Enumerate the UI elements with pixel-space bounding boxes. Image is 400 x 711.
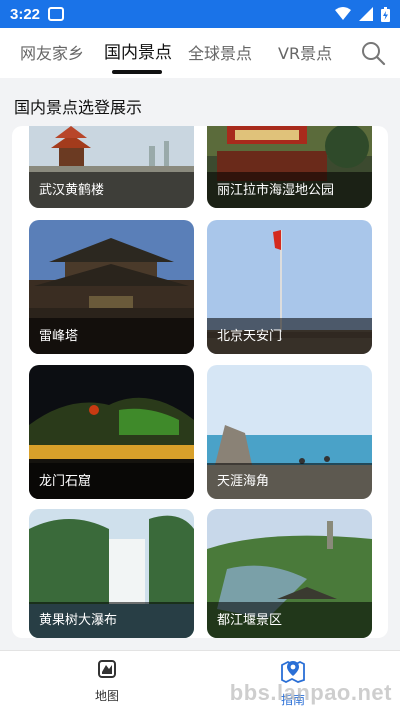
tab-domestic[interactable]: 国内景点: [104, 38, 172, 63]
status-bar: 3:22: [0, 0, 400, 28]
nav-map[interactable]: 地图: [67, 659, 147, 704]
tab-global[interactable]: 全球景点: [188, 40, 252, 64]
search-icon[interactable]: [360, 40, 386, 66]
watermark: bbs.lanpao.net: [229, 680, 392, 705]
map-book-icon: [98, 660, 116, 678]
status-time: 3:22: [10, 5, 41, 23]
spot-name: 丽江拉市海湿地公园: [217, 183, 335, 198]
app-notification-icon: [48, 7, 65, 21]
spot-card[interactable]: 龙门石窟: [29, 365, 194, 499]
spots-grid: 武汉黄鹤楼 丽江拉市海湿地公园 雷峰塔 北京天安门 龙门石窟 天涯海角 黄果树大…: [12, 126, 388, 638]
spot-card[interactable]: 都江堰景区: [207, 509, 372, 638]
spot-card[interactable]: 雷峰塔: [29, 220, 194, 354]
tab-hometown[interactable]: 网友家乡: [20, 40, 84, 64]
spot-name: 雷峰塔: [39, 329, 79, 344]
spot-card[interactable]: 黄果树大瀑布: [29, 509, 194, 638]
spot-card[interactable]: 武汉黄鹤楼: [29, 126, 194, 208]
wifi-icon: [335, 7, 351, 20]
battery-icon: [381, 6, 390, 22]
signal-icon: [359, 7, 373, 21]
tab-vr[interactable]: VR景点: [278, 40, 332, 64]
spot-name: 黄果树大瀑布: [39, 613, 118, 628]
nav-map-label: 地图: [94, 689, 119, 703]
spot-name: 天涯海角: [217, 474, 270, 489]
spot-card[interactable]: 丽江拉市海湿地公园: [207, 126, 372, 208]
spot-name: 武汉黄鹤楼: [39, 183, 105, 198]
spot-name: 北京天安门: [217, 329, 283, 344]
status-icons: [335, 6, 390, 22]
spot-name: 龙门石窟: [39, 474, 92, 489]
section-title: 国内景点选登展示: [14, 98, 143, 117]
category-tabs: 网友家乡 国内景点 全球景点 VR景点: [0, 28, 400, 78]
spot-name: 都江堰景区: [217, 613, 283, 628]
active-tab-indicator: [112, 70, 162, 74]
spot-card[interactable]: 北京天安门: [207, 220, 372, 354]
spot-card[interactable]: 天涯海角: [207, 365, 372, 499]
